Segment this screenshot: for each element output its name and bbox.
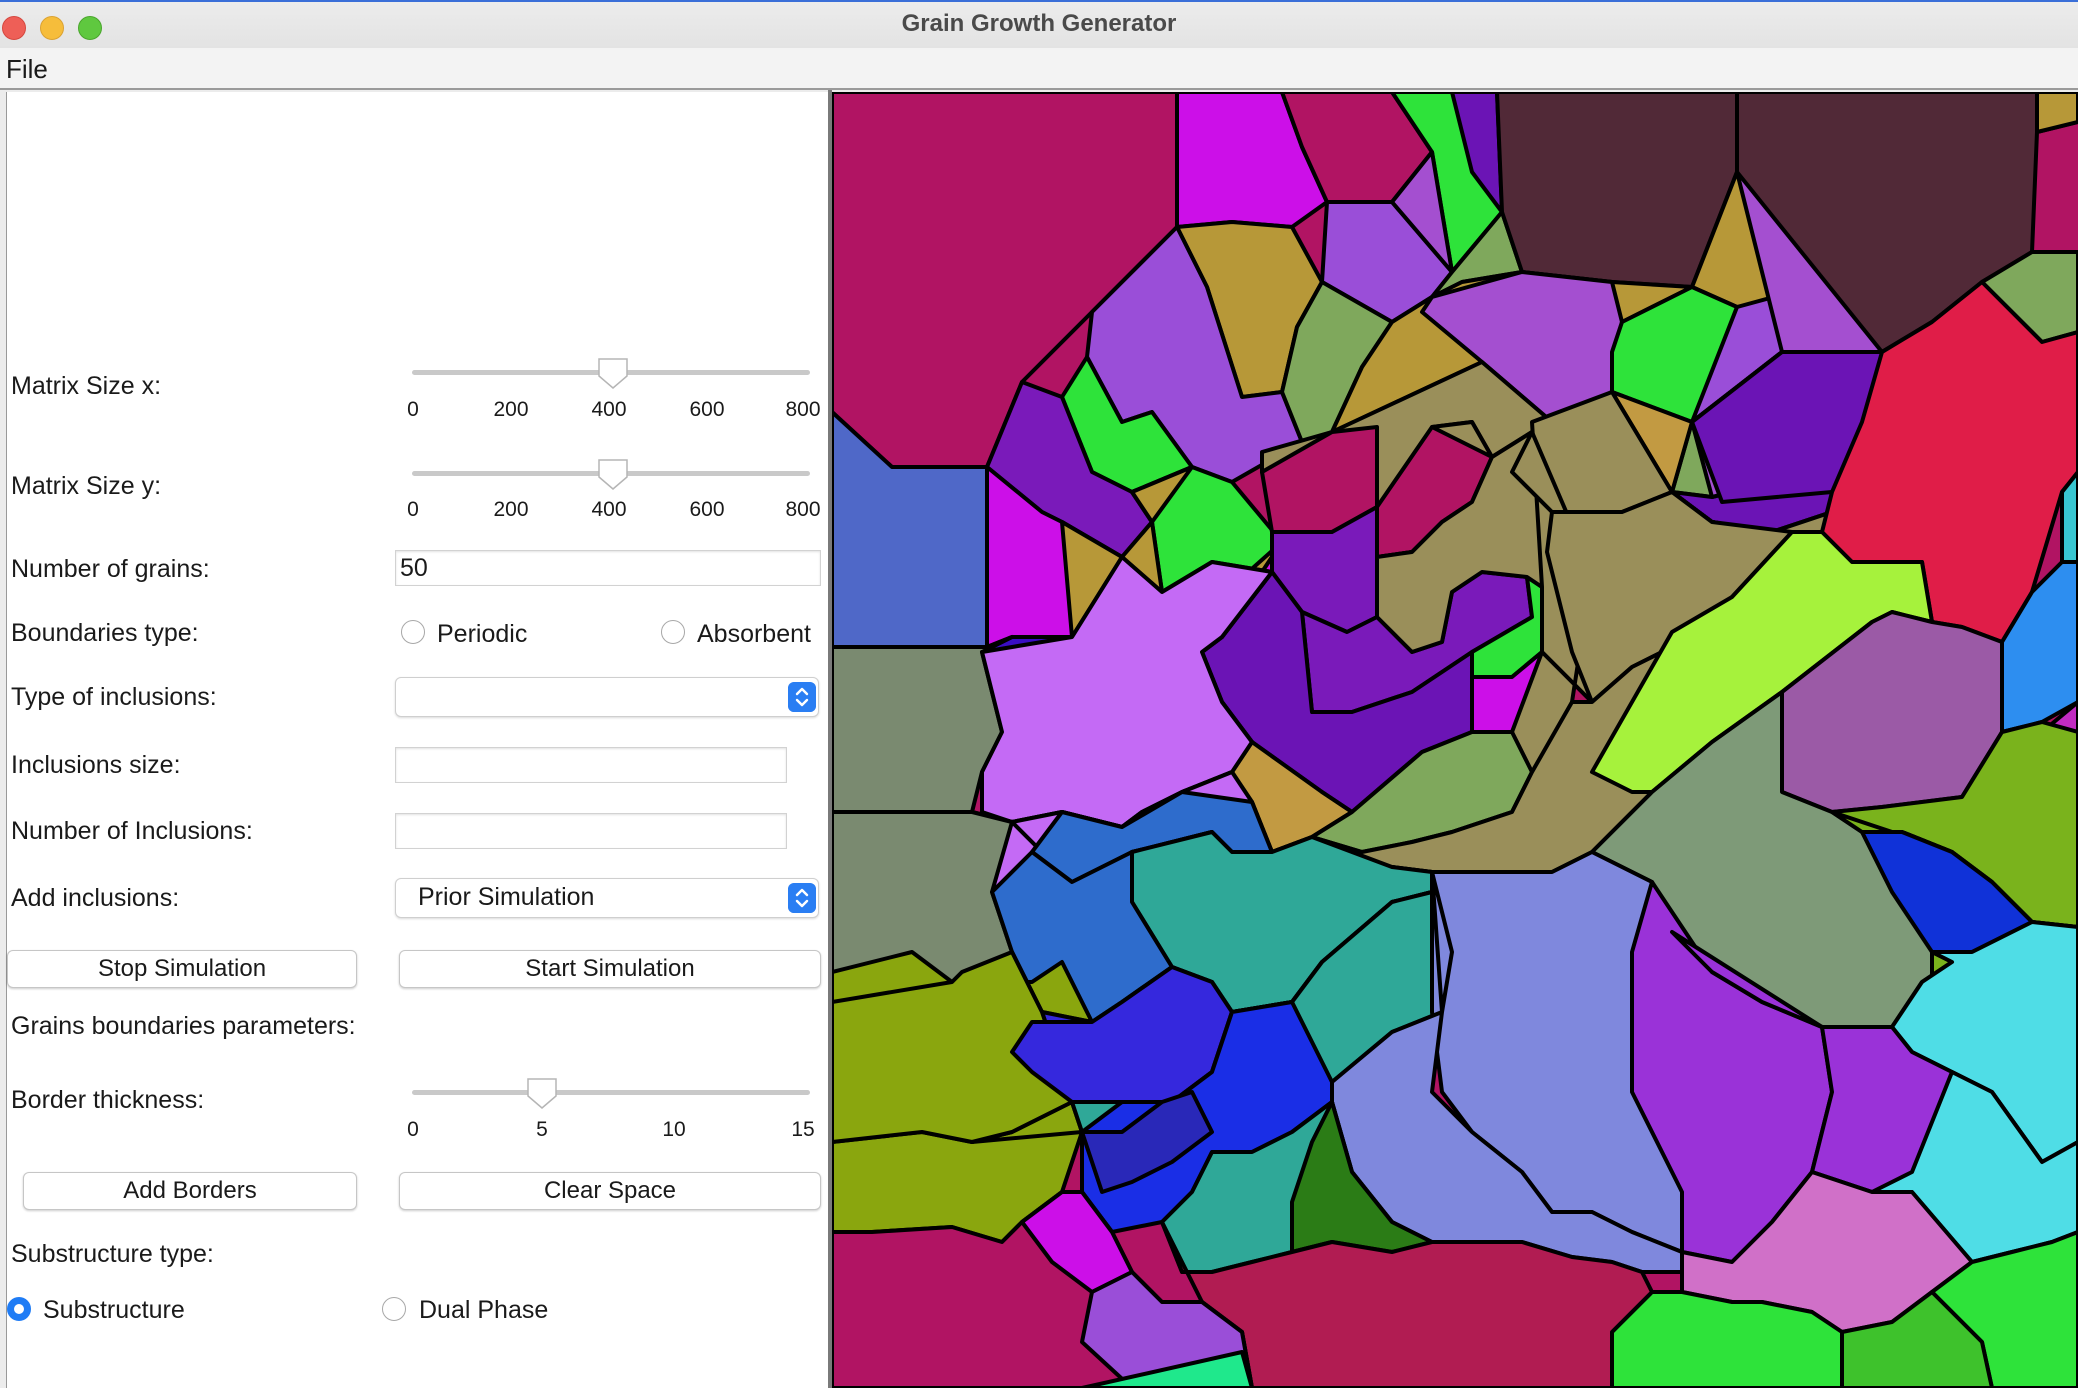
tick-label: 600 [689,498,725,521]
add-borders-button[interactable]: Add Borders [23,1172,357,1210]
tick-label: 800 [785,398,821,421]
menu-bar: File [0,48,2078,90]
updown-arrows-icon [788,682,816,712]
tick-label: 0 [407,398,419,421]
absorbent-radio[interactable] [661,620,685,644]
border-thickness-track[interactable] [412,1090,810,1095]
tick-label: 15 [791,1118,815,1141]
grain-boundaries-heading: Grains boundaries parameters: [11,1012,356,1040]
tick-label: 400 [591,398,627,421]
dual-phase-radio[interactable] [382,1297,406,1321]
border-thickness-label: Border thickness: [11,1086,205,1114]
absorbent-radio-label: Absorbent [697,620,811,648]
tick-label: 400 [591,498,627,521]
number-of-grains-label: Number of grains: [11,555,210,583]
matrix-size-y-thumb[interactable] [596,457,630,491]
inclusion-size-label: Inclusions size: [11,751,181,779]
matrix-size-x-label: Matrix Size x: [11,372,162,400]
tick-label: 800 [785,498,821,521]
add-inclusions-label: Add inclusions: [11,884,180,912]
inclusion-type-select[interactable] [395,677,819,717]
number-of-grains-input[interactable]: 50 [395,550,821,586]
boundaries-type-label: Boundaries type: [11,619,199,647]
dual-phase-radio-label: Dual Phase [419,1296,549,1324]
inclusion-size-input[interactable] [395,747,787,783]
title-bar: Grain Growth Generator [0,0,2078,48]
clear-space-button[interactable]: Clear Space [399,1172,821,1210]
window-title: Grain Growth Generator [901,10,1177,37]
number-of-inclusions-label: Number of Inclusions: [11,817,253,845]
tick-label: 0 [407,498,419,521]
control-panel: Matrix Size x: 0 200 400 600 800 Matrix … [6,92,829,1388]
inclusion-type-label: Type of inclusions: [11,683,217,711]
tick-label: 10 [662,1118,686,1141]
periodic-radio-label: Periodic [437,620,528,648]
grain-simulation-canvas[interactable] [832,92,2078,1388]
substructure-radio-label: Substructure [43,1296,185,1324]
substructure-radio[interactable] [7,1297,31,1321]
tick-label: 200 [493,398,529,421]
matrix-size-y-label: Matrix Size y: [11,472,162,500]
tick-label: 5 [536,1118,548,1141]
menu-file[interactable]: File [6,54,48,85]
border-thickness-thumb[interactable] [525,1076,559,1110]
number-of-inclusions-input[interactable] [395,813,787,849]
add-inclusions-select[interactable]: Prior Simulation [395,878,819,918]
tick-label: 0 [407,1118,419,1141]
start-simulation-button[interactable]: Start Simulation [399,950,821,988]
tick-label: 200 [493,498,529,521]
periodic-radio[interactable] [401,620,425,644]
matrix-size-x-thumb[interactable] [596,356,630,390]
stop-simulation-button[interactable]: Stop Simulation [7,950,357,988]
updown-arrows-icon [788,883,816,913]
tick-label: 600 [689,398,725,421]
substructure-type-label: Substructure type: [11,1240,214,1268]
add-inclusions-value: Prior Simulation [418,883,595,911]
